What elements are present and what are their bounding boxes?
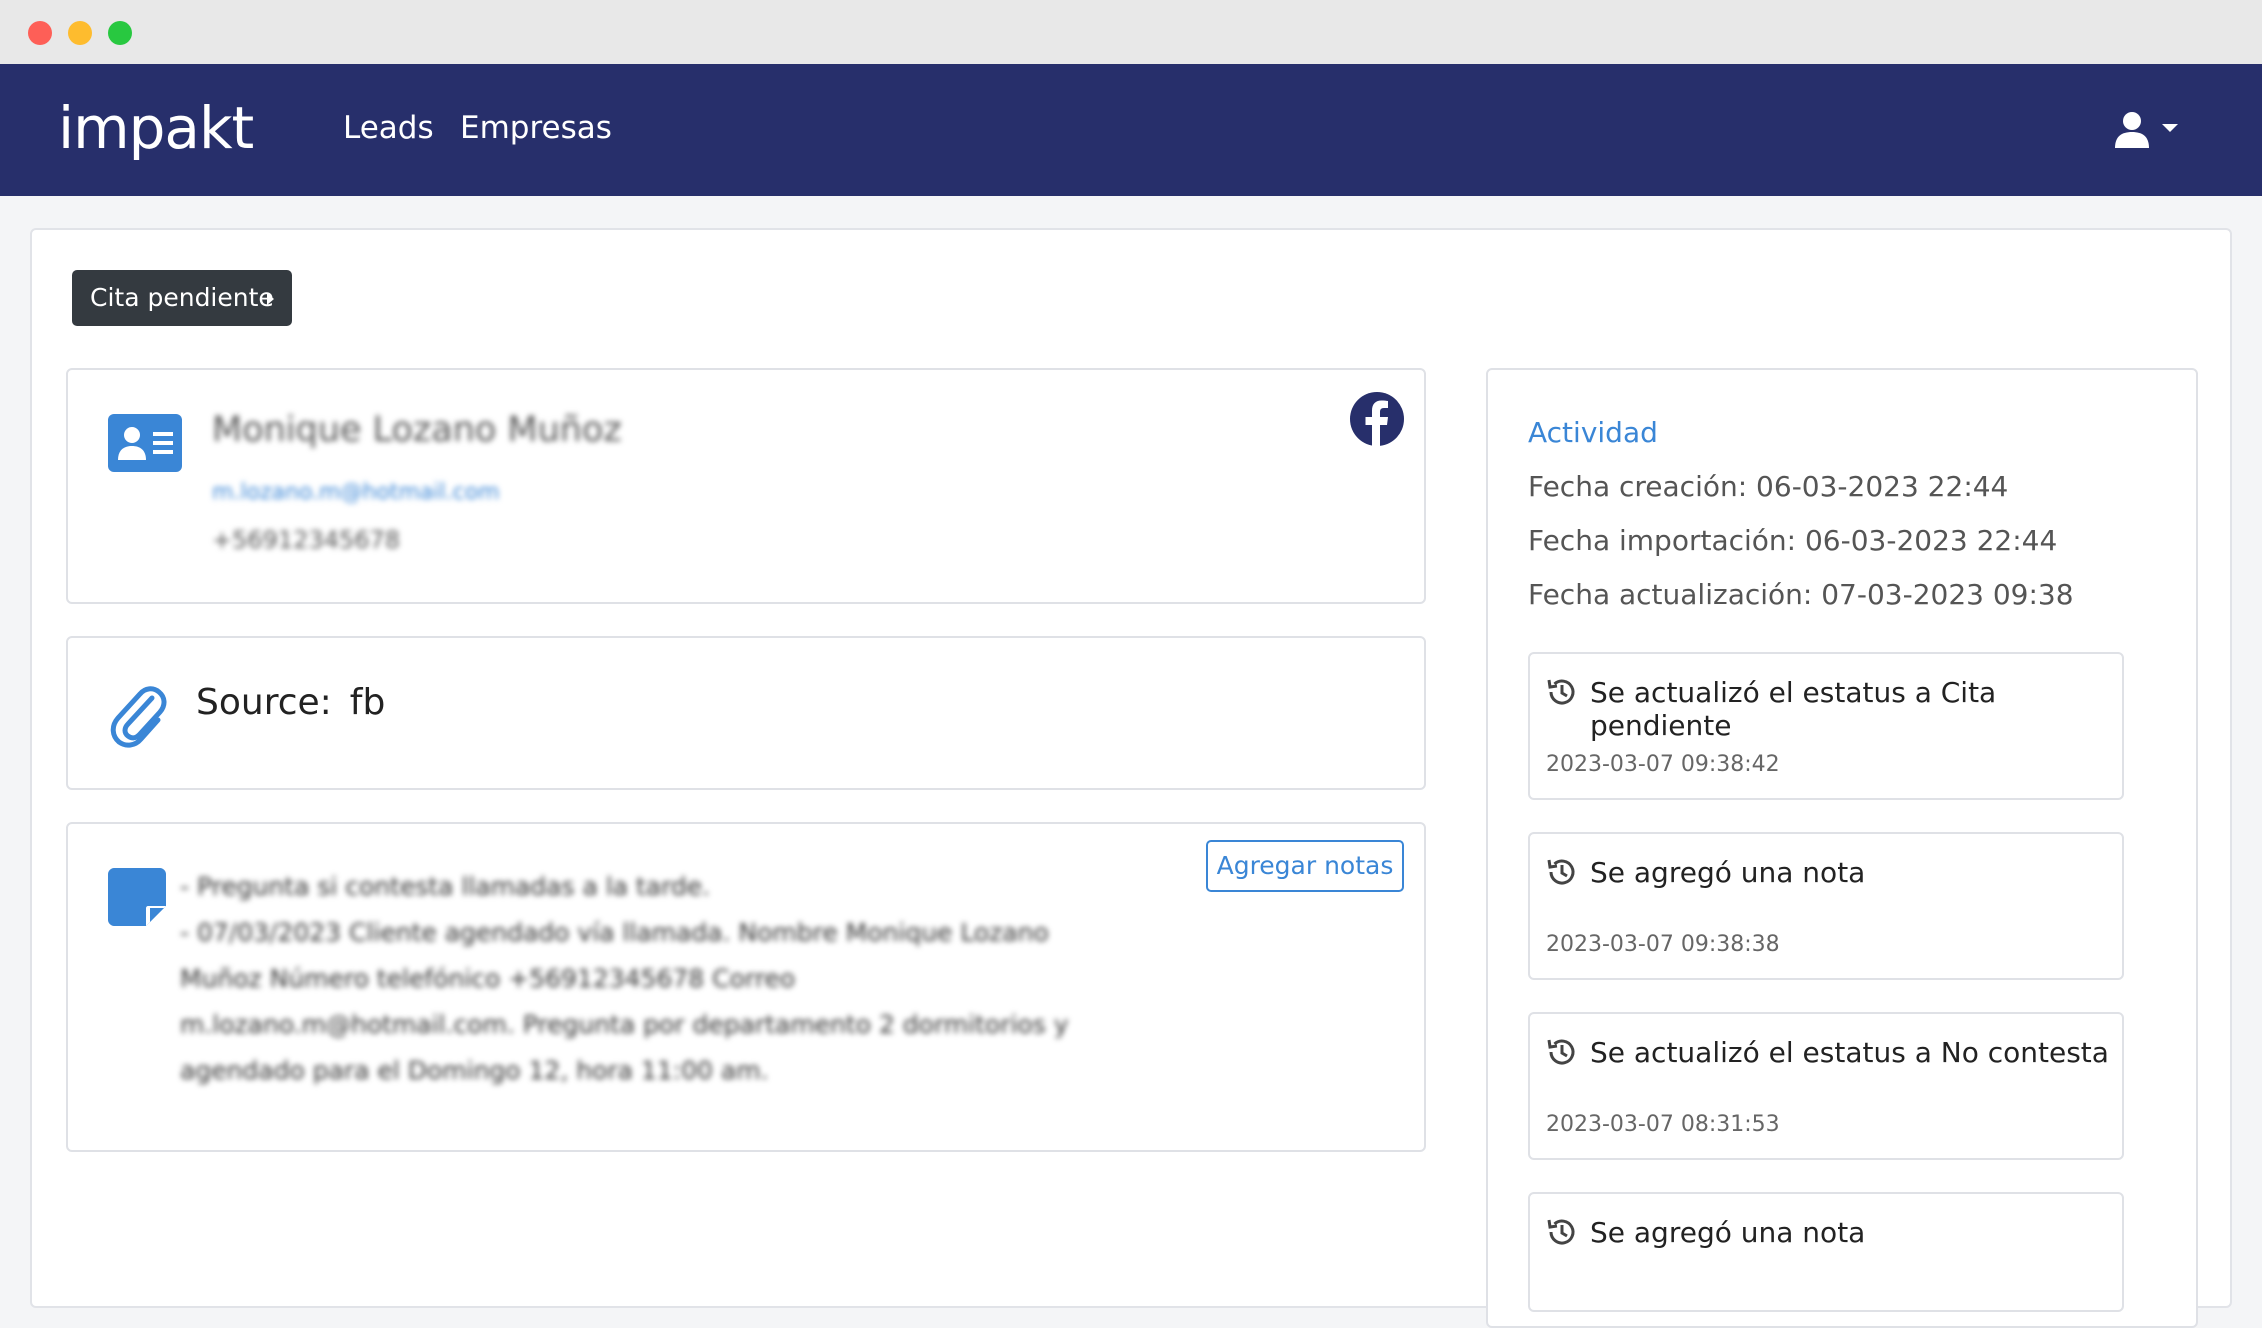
activity-event: Se agregó una nota 2023-03-07 09:38:38 (1528, 832, 2124, 980)
status-dropdown-button[interactable]: Cita pendiente (72, 270, 292, 326)
activity-title: Actividad (1528, 416, 1658, 449)
add-notes-button[interactable]: Agregar notas (1206, 840, 1404, 892)
event-text: Se actualizó el estatus a Cita pendiente (1590, 676, 1997, 742)
contact-email-link[interactable]: m.lozano.m@hotmail.com (212, 480, 500, 505)
contact-card-icon (108, 414, 182, 472)
contact-name: Monique Lozano Muñoz (212, 410, 622, 450)
source-label-text: Source: (196, 682, 332, 723)
source-value: fb (349, 682, 386, 723)
activity-event: Se agregó una nota (1528, 1192, 2124, 1312)
event-text: Se agregó una nota (1590, 1216, 1866, 1249)
note-line: - 07/03/2023 Cliente agendado vía llamad… (180, 918, 1049, 947)
status-button-label: Cita pendiente (90, 283, 274, 312)
updated-date: Fecha actualización: 07-03-2023 09:38 (1528, 578, 2074, 611)
nav-link-empresas[interactable]: Empresas (460, 110, 612, 146)
event-text: Se actualizó el estatus a No contesta (1590, 1036, 2109, 1069)
imported-date: Fecha importación: 06-03-2023 22:44 (1528, 524, 2058, 557)
minimize-window-button[interactable] (68, 21, 92, 45)
sticky-note-icon (108, 868, 166, 926)
notes-content: - Pregunta si contesta llamadas a la tar… (180, 864, 1100, 1094)
note-line: - Pregunta si contesta llamadas a la tar… (180, 872, 711, 901)
event-time: 2023-03-07 09:38:42 (1546, 752, 1780, 777)
top-navbar: impakt Leads Empresas (0, 64, 2262, 196)
chevron-down-icon (2162, 124, 2178, 132)
note-line: agendado para el Domingo 12, hora 11:00 … (180, 1056, 769, 1085)
activity-event: Se actualizó el estatus a Cita pendiente… (1528, 652, 2124, 800)
activity-event: Se actualizó el estatus a No contesta 20… (1528, 1012, 2124, 1160)
caret-right-icon (267, 293, 274, 305)
event-time: 2023-03-07 09:38:38 (1546, 932, 1780, 957)
activity-panel: Actividad Fecha creación: 06-03-2023 22:… (1486, 368, 2198, 1328)
history-icon (1547, 859, 1575, 885)
maximize-window-button[interactable] (108, 21, 132, 45)
event-time: 2023-03-07 08:31:53 (1546, 1112, 1780, 1137)
user-icon (2115, 112, 2178, 148)
user-menu-dropdown[interactable] (2112, 110, 2182, 150)
note-line: Muñoz Número telefónico +56912345678 Cor… (180, 964, 796, 993)
note-line: m.lozano.m@hotmail.com. Pregunta por dep… (180, 1010, 1069, 1039)
history-icon (1547, 1039, 1575, 1065)
contact-phone: +56912345678 (212, 526, 401, 554)
event-text: Se agregó una nota (1590, 856, 1866, 889)
window-title-bar (0, 0, 2262, 64)
close-window-button[interactable] (28, 21, 52, 45)
notes-box: - Pregunta si contesta llamadas a la tar… (66, 822, 1426, 1152)
paperclip-icon (110, 686, 167, 748)
contact-info-box: Monique Lozano Muñoz m.lozano.m@hotmail.… (66, 368, 1426, 604)
source-info-box: Source: fb (66, 636, 1426, 790)
source-label: Source: fb (196, 682, 385, 723)
created-date: Fecha creación: 06-03-2023 22:44 (1528, 470, 2009, 503)
nav-link-leads[interactable]: Leads (343, 110, 434, 146)
history-icon (1547, 1219, 1575, 1245)
brand-logo[interactable]: impakt (58, 94, 254, 162)
history-icon (1547, 679, 1575, 705)
facebook-icon (1350, 392, 1404, 446)
